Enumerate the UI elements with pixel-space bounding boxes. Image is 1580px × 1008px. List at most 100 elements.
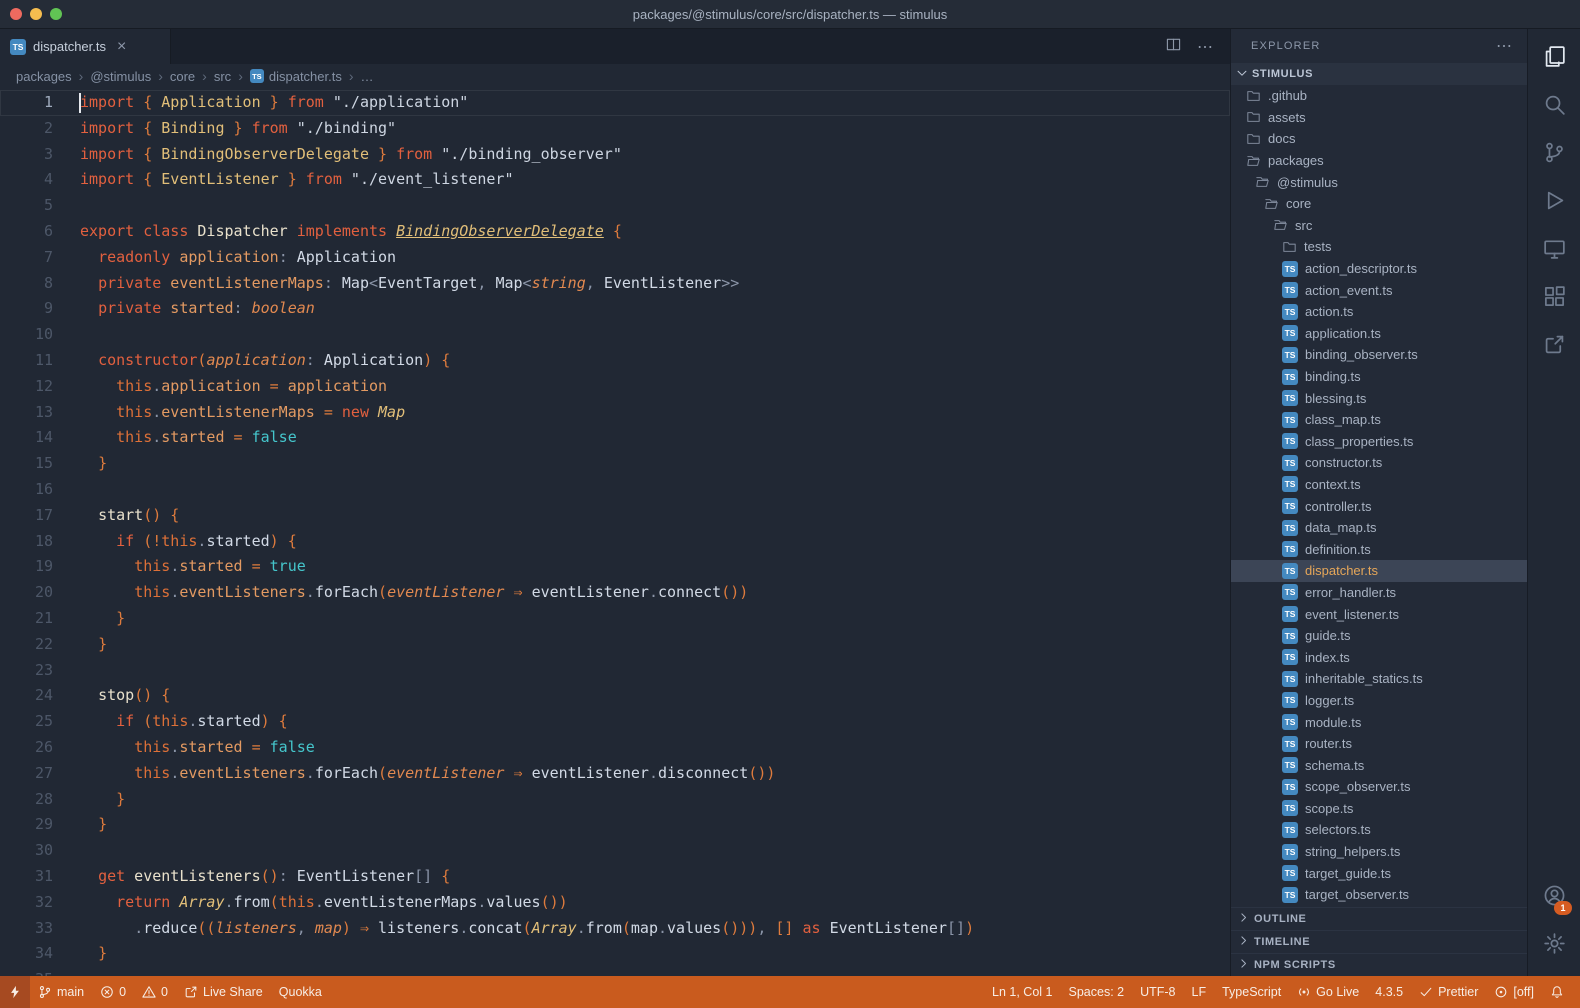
tree-item-guide.ts[interactable]: TSguide.ts bbox=[1231, 625, 1527, 647]
code-line[interactable]: 31 get eventListeners(): EventListener[]… bbox=[0, 864, 1230, 890]
code-line[interactable]: 21 } bbox=[0, 606, 1230, 632]
code-line[interactable]: 19 this.started = true bbox=[0, 554, 1230, 580]
status-toggle[interactable]: [off] bbox=[1486, 976, 1542, 1008]
editor[interactable]: 1import { Application } from "./applicat… bbox=[0, 88, 1230, 976]
tree-item-definition.ts[interactable]: TSdefinition.ts bbox=[1231, 538, 1527, 560]
status-go-live[interactable]: Go Live bbox=[1289, 976, 1367, 1008]
tree-item-event_listener.ts[interactable]: TSevent_listener.ts bbox=[1231, 603, 1527, 625]
more-actions-icon[interactable]: ⋯ bbox=[1197, 37, 1214, 57]
code-line[interactable]: 26 this.started = false bbox=[0, 735, 1230, 761]
breadcrumb-item[interactable]: core bbox=[170, 69, 195, 84]
code-line[interactable]: 12 this.application = application bbox=[0, 374, 1230, 400]
status-prettier[interactable]: Prettier bbox=[1411, 976, 1486, 1008]
breadcrumb-item[interactable]: @stimulus bbox=[90, 69, 151, 84]
tab-dispatcher-ts[interactable]: TS dispatcher.ts × bbox=[0, 29, 171, 64]
activity-search[interactable] bbox=[1528, 83, 1580, 131]
code-line[interactable]: 29 } bbox=[0, 812, 1230, 838]
code-line[interactable]: 24 stop() { bbox=[0, 683, 1230, 709]
status-warnings[interactable]: 0 bbox=[134, 976, 176, 1008]
code-line[interactable]: 7 readonly application: Application bbox=[0, 245, 1230, 271]
activity-source-control[interactable] bbox=[1528, 131, 1580, 179]
tree-item-tests[interactable]: tests bbox=[1231, 236, 1527, 258]
tree-item-context.ts[interactable]: TScontext.ts bbox=[1231, 474, 1527, 496]
tree-item-scope_observer.ts[interactable]: TSscope_observer.ts bbox=[1231, 776, 1527, 798]
section-outline[interactable]: OUTLINE bbox=[1231, 907, 1527, 930]
tree-item-src[interactable]: src bbox=[1231, 215, 1527, 237]
tree-root-stimulus[interactable]: STIMULUS bbox=[1231, 63, 1527, 85]
code-line[interactable]: 33 .reduce((listeners, map) ⇒ listeners.… bbox=[0, 916, 1230, 942]
code-line[interactable]: 6export class Dispatcher implements Bind… bbox=[0, 219, 1230, 245]
code-line[interactable]: 5 bbox=[0, 193, 1230, 219]
tree-item-action_descriptor.ts[interactable]: TSaction_descriptor.ts bbox=[1231, 258, 1527, 280]
tree-item-target_observer.ts[interactable]: TStarget_observer.ts bbox=[1231, 884, 1527, 906]
tree-item-index.ts[interactable]: TSindex.ts bbox=[1231, 646, 1527, 668]
activity-extensions[interactable] bbox=[1528, 275, 1580, 323]
status-cursor-position[interactable]: Ln 1, Col 1 bbox=[984, 976, 1060, 1008]
tree-item-dispatcher.ts[interactable]: TSdispatcher.ts bbox=[1231, 560, 1527, 582]
close-icon[interactable]: × bbox=[117, 39, 126, 55]
tree-item-inheritable_statics.ts[interactable]: TSinheritable_statics.ts bbox=[1231, 668, 1527, 690]
tree-item-action_event.ts[interactable]: TSaction_event.ts bbox=[1231, 279, 1527, 301]
status-encoding[interactable]: UTF-8 bbox=[1132, 976, 1183, 1008]
breadcrumb-item[interactable]: packages bbox=[16, 69, 72, 84]
tree-item-assets[interactable]: assets bbox=[1231, 107, 1527, 129]
breadcrumb-item[interactable]: TSdispatcher.ts bbox=[250, 69, 342, 84]
tree-item-action.ts[interactable]: TSaction.ts bbox=[1231, 301, 1527, 323]
code-line[interactable]: 9 private started: boolean bbox=[0, 296, 1230, 322]
tree-item-data_map.ts[interactable]: TSdata_map.ts bbox=[1231, 517, 1527, 539]
status-live-share[interactable]: Live Share bbox=[176, 976, 271, 1008]
tree-item-docs[interactable]: docs bbox=[1231, 128, 1527, 150]
tree-item-class_properties.ts[interactable]: TSclass_properties.ts bbox=[1231, 431, 1527, 453]
tree-item-binding_observer.ts[interactable]: TSbinding_observer.ts bbox=[1231, 344, 1527, 366]
tree-item-binding.ts[interactable]: TSbinding.ts bbox=[1231, 366, 1527, 388]
code-line[interactable]: 4import { EventListener } from "./event_… bbox=[0, 167, 1230, 193]
activity-live-share[interactable] bbox=[1528, 323, 1580, 371]
tree-item-module.ts[interactable]: TSmodule.ts bbox=[1231, 711, 1527, 733]
tree-item-core[interactable]: core bbox=[1231, 193, 1527, 215]
code-line[interactable]: 11 constructor(application: Application)… bbox=[0, 348, 1230, 374]
code-line[interactable]: 32 return Array.from(this.eventListenerM… bbox=[0, 890, 1230, 916]
status-remote-indicator[interactable] bbox=[0, 976, 30, 1008]
activity-account[interactable]: 1 bbox=[1528, 874, 1580, 922]
tree-item-.github[interactable]: .github bbox=[1231, 85, 1527, 107]
code-line[interactable]: 20 this.eventListeners.forEach(eventList… bbox=[0, 580, 1230, 606]
status-quokka[interactable]: Quokka bbox=[271, 976, 330, 1008]
code-line[interactable]: 35 bbox=[0, 967, 1230, 976]
code-line[interactable]: 27 this.eventListeners.forEach(eventList… bbox=[0, 761, 1230, 787]
tree-item-target_guide.ts[interactable]: TStarget_guide.ts bbox=[1231, 862, 1527, 884]
code-line[interactable]: 13 this.eventListenerMaps = new Map bbox=[0, 400, 1230, 426]
tree-item-router.ts[interactable]: TSrouter.ts bbox=[1231, 733, 1527, 755]
code-line[interactable]: 18 if (!this.started) { bbox=[0, 529, 1230, 555]
tree-item-string_helpers.ts[interactable]: TSstring_helpers.ts bbox=[1231, 841, 1527, 863]
tree-item-@stimulus[interactable]: @stimulus bbox=[1231, 171, 1527, 193]
code-line[interactable]: 2import { Binding } from "./binding" bbox=[0, 116, 1230, 142]
code-line[interactable]: 22 } bbox=[0, 632, 1230, 658]
code-line[interactable]: 3import { BindingObserverDelegate } from… bbox=[0, 142, 1230, 168]
status-notifications[interactable] bbox=[1542, 976, 1572, 1008]
minimize-button[interactable] bbox=[30, 8, 42, 20]
code-line[interactable]: 15 } bbox=[0, 451, 1230, 477]
status-indentation[interactable]: Spaces: 2 bbox=[1061, 976, 1133, 1008]
code-line[interactable]: 28 } bbox=[0, 787, 1230, 813]
code-line[interactable]: 34 } bbox=[0, 941, 1230, 967]
tree-item-constructor.ts[interactable]: TSconstructor.ts bbox=[1231, 452, 1527, 474]
status-eol[interactable]: LF bbox=[1184, 976, 1215, 1008]
breadcrumb-item[interactable]: src bbox=[214, 69, 231, 84]
code-line[interactable]: 8 private eventListenerMaps: Map<EventTa… bbox=[0, 271, 1230, 297]
tree-item-packages[interactable]: packages bbox=[1231, 150, 1527, 172]
tree-item-scope.ts[interactable]: TSscope.ts bbox=[1231, 798, 1527, 820]
status-language-mode[interactable]: TypeScript bbox=[1214, 976, 1289, 1008]
tree-item-blessing.ts[interactable]: TSblessing.ts bbox=[1231, 387, 1527, 409]
code-line[interactable]: 30 bbox=[0, 838, 1230, 864]
status-version[interactable]: 4.3.5 bbox=[1367, 976, 1411, 1008]
code-line[interactable]: 23 bbox=[0, 658, 1230, 684]
status-errors[interactable]: 0 bbox=[92, 976, 134, 1008]
activity-explorer[interactable] bbox=[1528, 35, 1580, 83]
code-line[interactable]: 1import { Application } from "./applicat… bbox=[0, 90, 1230, 116]
tree-item-error_handler.ts[interactable]: TSerror_handler.ts bbox=[1231, 582, 1527, 604]
code-line[interactable]: 16 bbox=[0, 477, 1230, 503]
zoom-button[interactable] bbox=[50, 8, 62, 20]
code-line[interactable]: 10 bbox=[0, 322, 1230, 348]
activity-run-debug[interactable] bbox=[1528, 179, 1580, 227]
breadcrumb-item[interactable]: … bbox=[361, 69, 374, 84]
